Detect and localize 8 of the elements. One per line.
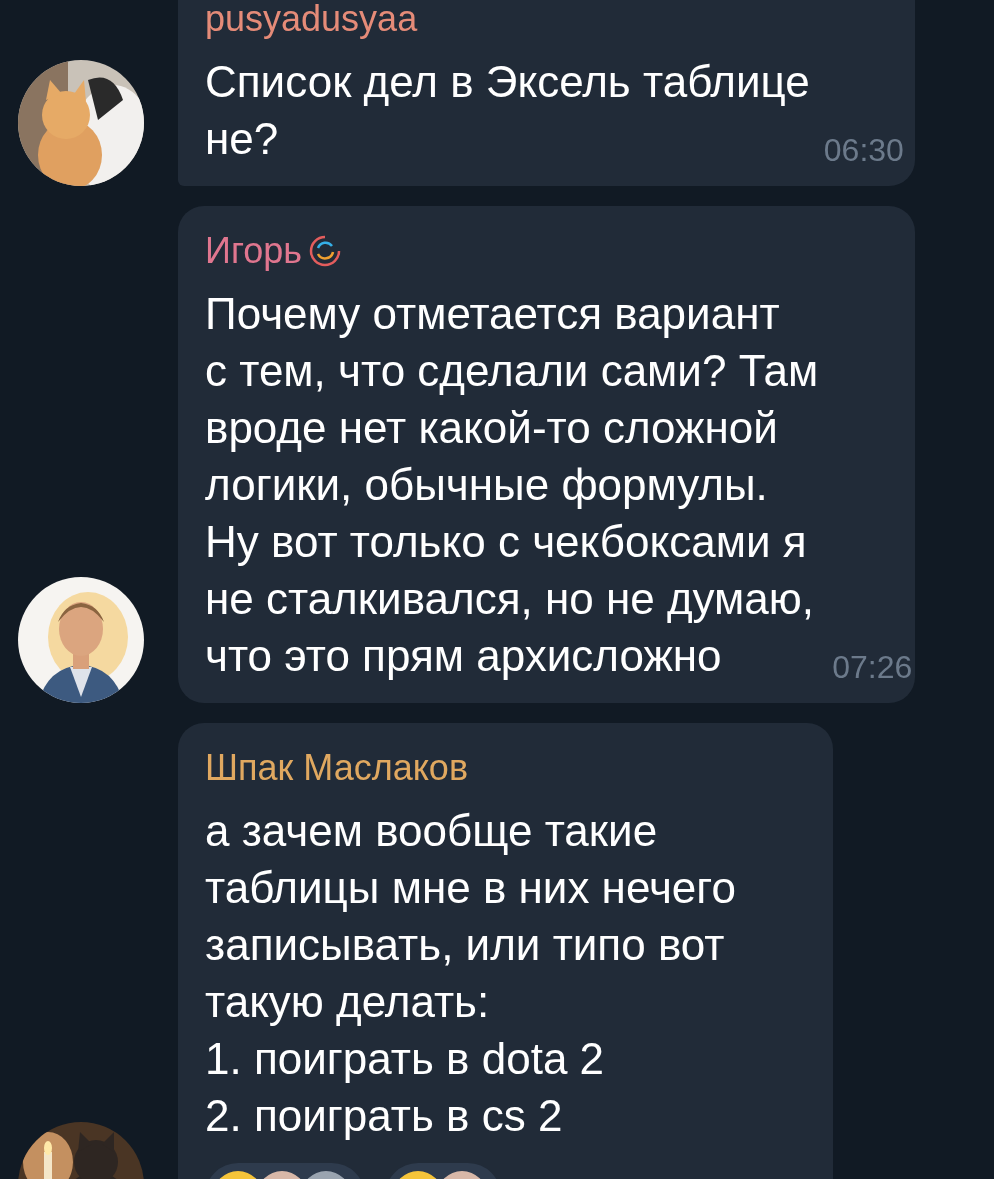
message-text: Список дел в Эксель таблице не? [205,56,810,165]
author-name[interactable]: Шпак Маслаков [205,746,468,790]
message-text: а зачем вообще такие таблицы мне в них нечего записывать, или типо вот такую делать: 1. поиграть в dota 2 2. поиграть в cs 2 [205,805,736,1142]
author-name[interactable]: Игорь [205,229,302,273]
message-time: 06:30 [823,132,904,169]
author-name[interactable]: pusyadusyaa [205,0,418,41]
message-time: 07:26 [832,649,913,686]
message-text: Почему отметается вариант с тем, что сделали сами? Там вроде нет какой-то сложной логики, обычные формулы. Ну вот только с чекбоксами я не сталкивался, но не думаю, что это прям архисложно [205,288,819,682]
